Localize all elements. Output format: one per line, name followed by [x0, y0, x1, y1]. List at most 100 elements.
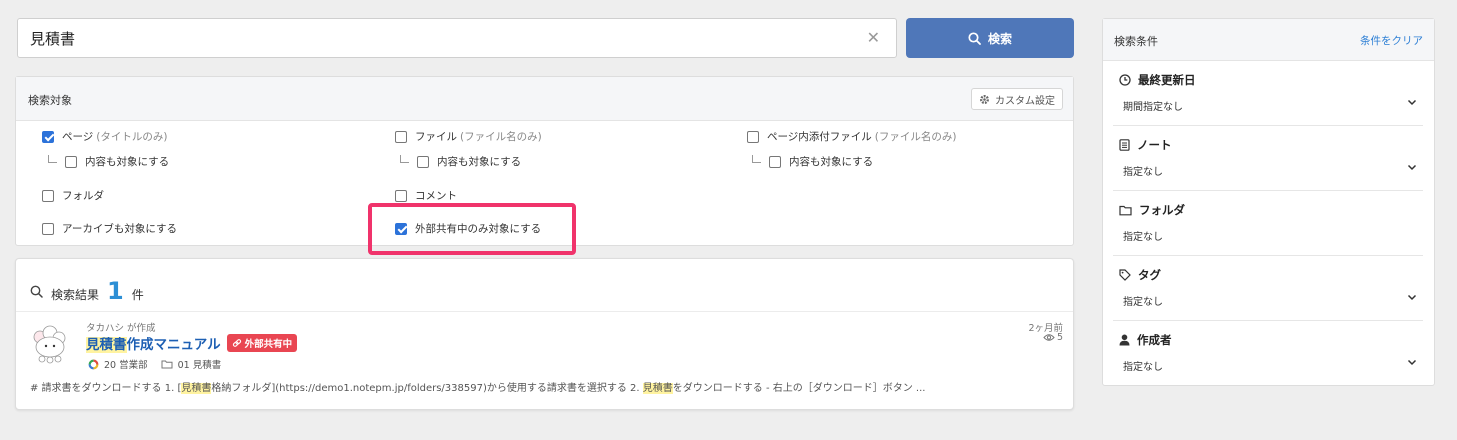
close-icon[interactable]: ✕	[867, 28, 880, 47]
filter-tag[interactable]: タグ 指定なし	[1113, 256, 1423, 321]
filter-label-text: タグ	[1138, 268, 1161, 282]
team-color-icon	[88, 359, 99, 369]
folder-checkbox[interactable]	[42, 189, 54, 202]
option-file-label: ファイル	[415, 131, 457, 143]
badge-label: 外部共有中	[244, 339, 293, 350]
clear-filters-link[interactable]: 条件をクリア	[1360, 33, 1423, 48]
option-page-content[interactable]: 内容も対象にする	[48, 154, 169, 169]
snippet-highlight: 見積書	[181, 383, 212, 394]
title-highlight: 見積書	[86, 337, 127, 353]
folder-icon	[1119, 205, 1132, 215]
snippet-text: # 請求書をダウンロードする 1. [	[30, 383, 182, 394]
filter-folder[interactable]: フォルダ 指定なし	[1113, 191, 1423, 256]
filter-label-text: 最終更新日	[1138, 73, 1196, 87]
tree-connector	[48, 154, 57, 163]
option-comment[interactable]: コメント	[395, 188, 457, 203]
search-button-label: 検索	[987, 31, 1012, 46]
filter-label-text: フォルダ	[1139, 203, 1185, 217]
option-page-note: (タイトルのみ)	[96, 131, 168, 143]
option-attachment-content-label: 内容も対象にする	[789, 156, 874, 168]
filter-label-text: ノート	[1137, 138, 1172, 152]
option-attachment-note: (ファイル名のみ)	[874, 131, 957, 143]
option-attachment[interactable]: ページ内添付ファイル (ファイル名のみ)	[747, 129, 957, 144]
search-icon	[968, 31, 981, 45]
filter-header: 検索条件 条件をクリア	[1103, 19, 1434, 61]
option-archive-label: アーカイブも対象にする	[62, 223, 177, 235]
gear-icon	[980, 94, 989, 104]
search-results-panel: 検索結果 1 件 タカハシ が作成 見積書作成マニュアル 外部共有中 20 営業…	[15, 258, 1074, 410]
search-target-header: 検索対象 カスタム設定	[16, 77, 1073, 121]
link-icon	[232, 339, 241, 347]
results-unit: 件	[131, 288, 144, 302]
result-views: 5	[1043, 332, 1063, 343]
result-meta: 20 営業部 01 見積書	[88, 357, 221, 371]
archive-checkbox[interactable]	[42, 222, 54, 235]
option-attachment-label: ページ内添付ファイル	[767, 131, 872, 143]
file-checkbox[interactable]	[395, 130, 407, 143]
custom-settings-label: カスタム設定	[995, 95, 1055, 107]
avatar	[27, 322, 73, 368]
filter-value: 指定なし	[1123, 167, 1163, 178]
file-content-checkbox[interactable]	[417, 155, 429, 168]
page-checkbox[interactable]	[42, 130, 54, 143]
option-attachment-content[interactable]: 内容も対象にする	[752, 154, 873, 169]
snippet-highlight: 見積書	[642, 383, 673, 394]
option-page[interactable]: ページ (タイトルのみ)	[42, 129, 168, 144]
search-input-value: 見積書	[30, 30, 76, 48]
person-icon	[1119, 334, 1130, 346]
search-input[interactable]: 見積書 ✕	[17, 18, 897, 58]
comment-checkbox[interactable]	[395, 189, 407, 202]
filter-title: 検索条件	[1114, 35, 1158, 48]
filter-label: 作成者	[1119, 332, 1172, 348]
highlight-annotation	[368, 203, 576, 255]
filter-value: 指定なし	[1123, 297, 1163, 308]
option-archive[interactable]: アーカイブも対象にする	[42, 221, 177, 236]
attachment-content-checkbox[interactable]	[769, 155, 781, 168]
option-file-note: (ファイル名のみ)	[460, 131, 542, 143]
tag-icon	[1119, 269, 1131, 281]
option-comment-label: コメント	[415, 190, 457, 202]
search-icon	[30, 285, 43, 298]
result-creator: タカハシ が作成	[86, 323, 156, 334]
results-header: 検索結果 1 件	[30, 277, 144, 305]
filter-label: フォルダ	[1119, 202, 1185, 218]
chevron-down-icon	[1407, 164, 1417, 171]
option-folder[interactable]: フォルダ	[42, 188, 104, 203]
option-page-label: ページ	[62, 131, 94, 143]
folder-icon	[161, 360, 173, 369]
chevron-down-icon	[1407, 359, 1417, 366]
option-file[interactable]: ファイル (ファイル名のみ)	[395, 129, 542, 144]
page-content-checkbox[interactable]	[65, 155, 77, 168]
option-page-content-label: 内容も対象にする	[85, 156, 170, 168]
filter-value: 指定なし	[1123, 232, 1163, 243]
title-rest: 作成マニュアル	[126, 337, 221, 353]
filter-updated-date[interactable]: 最終更新日 期間指定なし	[1113, 61, 1423, 126]
attachment-checkbox[interactable]	[747, 130, 759, 143]
result-title-link[interactable]: 見積書作成マニュアル 外部共有中	[86, 333, 298, 353]
result-folder[interactable]: 01 見積書	[178, 357, 222, 371]
tree-connector	[752, 154, 761, 163]
filter-value: 期間指定なし	[1123, 102, 1183, 113]
result-team[interactable]: 20 営業部	[104, 357, 148, 371]
option-file-content[interactable]: 内容も対象にする	[400, 154, 521, 169]
filter-value: 指定なし	[1123, 362, 1163, 373]
result-snippet: # 請求書をダウンロードする 1. [見積書格納フォルダ](https://de…	[30, 379, 925, 394]
option-folder-label: フォルダ	[62, 190, 104, 202]
custom-settings-button[interactable]: カスタム設定	[971, 88, 1063, 110]
results-label: 検索結果	[51, 288, 100, 302]
chevron-down-icon	[1407, 294, 1417, 301]
filter-label: タグ	[1119, 267, 1161, 283]
filter-label: ノート	[1119, 137, 1172, 153]
filter-author[interactable]: 作成者 指定なし	[1113, 321, 1423, 386]
tree-connector	[400, 154, 409, 163]
option-file-content-label: 内容も対象にする	[437, 156, 522, 168]
divider	[16, 311, 1073, 312]
result-views-count: 5	[1056, 332, 1063, 343]
chevron-down-icon	[1407, 99, 1417, 106]
filter-notebook[interactable]: ノート 指定なし	[1113, 126, 1423, 191]
search-button[interactable]: 検索	[906, 18, 1074, 58]
filter-panel: 検索条件 条件をクリア 最終更新日 期間指定なし ノート 指定なし フォルダ 指…	[1102, 18, 1435, 386]
filter-label-text: 作成者	[1137, 333, 1172, 347]
search-target-title: 検索対象	[28, 94, 72, 107]
snippet-text: 格納フォルダ](https://demo1.notepm.jp/folders/…	[211, 383, 643, 394]
